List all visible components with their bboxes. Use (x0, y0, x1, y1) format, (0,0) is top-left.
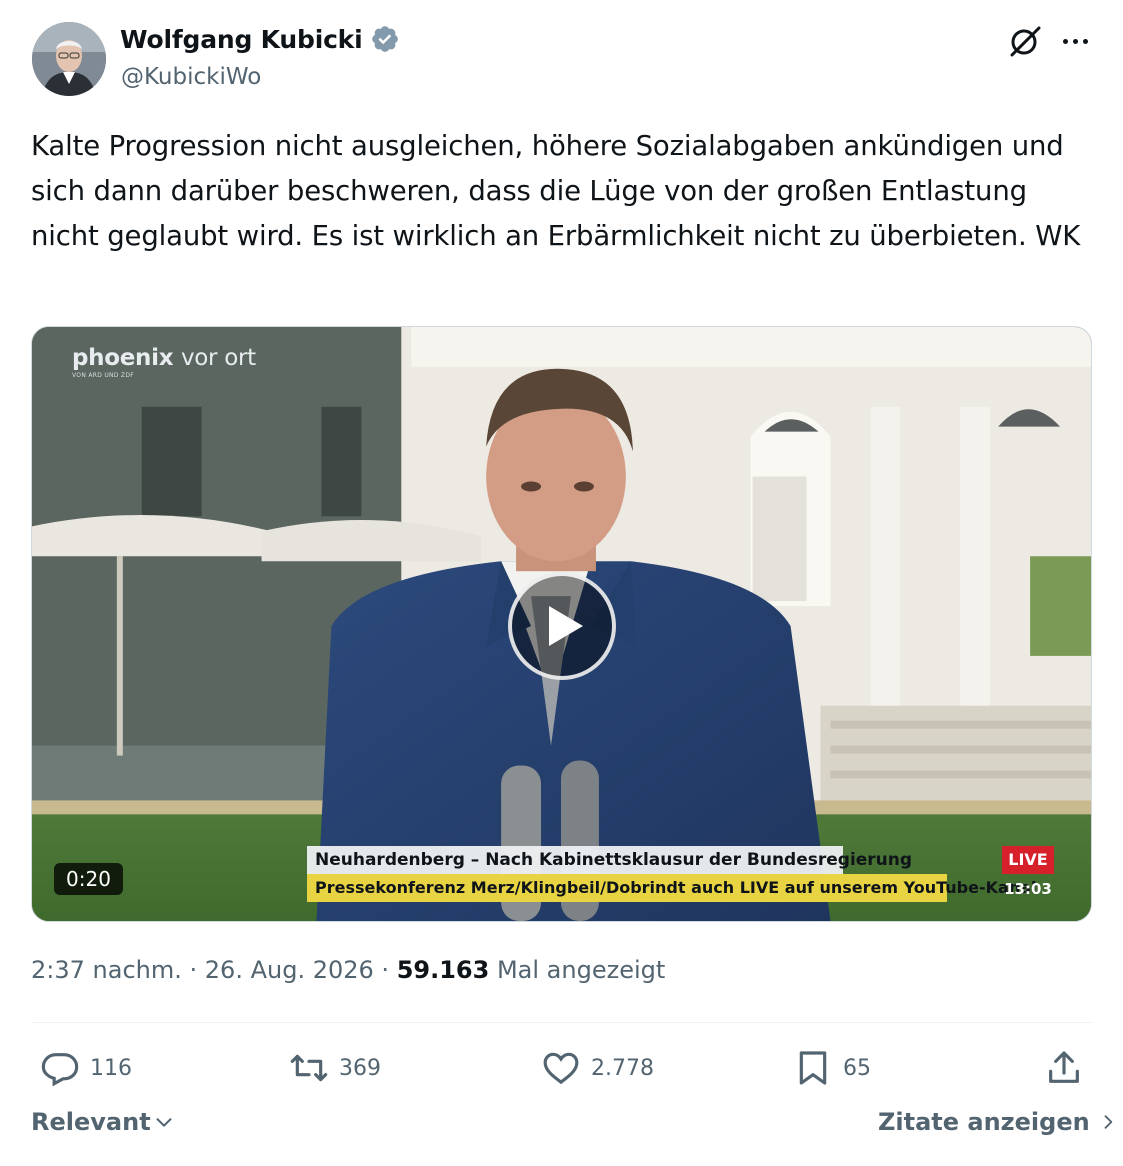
broadcast-clock: 13:03 (1004, 880, 1052, 898)
chevron-down-icon (156, 1118, 172, 1127)
heart-icon (543, 1052, 579, 1085)
more-options-icon[interactable] (1058, 28, 1092, 54)
channel-logo: phoenix vor ort VON ARD UND ZDF (72, 345, 256, 379)
channel-subline: VON ARD UND ZDF (72, 372, 135, 379)
meta-separator: · (381, 956, 390, 984)
share-button[interactable] (1044, 1040, 1084, 1096)
repost-button[interactable]: 369 (289, 1040, 381, 1096)
chevron-right-icon (1104, 1115, 1112, 1129)
play-button[interactable] (508, 572, 616, 680)
like-button[interactable]: 2.778 (541, 1040, 654, 1096)
author-avatar[interactable] (32, 22, 106, 96)
channel-logo-suffix: vor ort (180, 345, 256, 371)
bookmark-button[interactable]: 65 (793, 1040, 871, 1096)
view-count: 59.163 (396, 956, 490, 984)
like-count: 2.778 (591, 1055, 654, 1081)
tweet-date[interactable]: 26. Aug. 2026 (205, 956, 374, 984)
play-icon (549, 606, 583, 646)
tweet-text: Kalte Progression nicht ausgleichen, höh… (31, 130, 1081, 252)
divider (31, 1022, 1093, 1023)
video-player[interactable]: phoenix vor ort VON ARD UND ZDF Neuharde… (31, 326, 1092, 922)
live-badge: LIVE (1002, 846, 1054, 874)
author-name-row: Wolfgang Kubicki (120, 24, 400, 54)
tweet-time[interactable]: 2:37 nachm. (31, 956, 182, 984)
quotes-label: Zitate anzeigen (878, 1108, 1090, 1136)
reply-count: 116 (90, 1055, 132, 1081)
view-quotes-link[interactable]: Zitate anzeigen (878, 1108, 1118, 1136)
share-icon (1049, 1051, 1079, 1083)
lower-third-title: Neuhardenberg – Nach Kabinettsklausur de… (307, 846, 912, 874)
video-duration: 0:20 (54, 863, 123, 895)
sort-label: Relevant (31, 1108, 151, 1136)
meta-separator: · (189, 956, 198, 984)
channel-logo-text: phoenix (72, 345, 174, 371)
action-bar: 116 369 2.778 65 (0, 1040, 1123, 1100)
author-name[interactable]: Wolfgang Kubicki (120, 25, 363, 54)
reply-icon (41, 1053, 79, 1087)
verified-badge-icon[interactable] (370, 24, 400, 54)
lower-third-ticker: Pressekonferenz Merz/Klingbeil/Dobrindt … (307, 874, 1036, 902)
repost-icon (290, 1054, 328, 1082)
author-handle[interactable]: @KubickiWo (121, 64, 261, 90)
sort-replies-dropdown[interactable]: Relevant (31, 1108, 175, 1136)
bookmark-count: 65 (843, 1055, 871, 1081)
grok-icon[interactable] (1006, 22, 1044, 60)
bookmark-icon (799, 1051, 827, 1085)
tweet-meta: 2:37 nachm. · 26. Aug. 2026 · 59.163 Mal… (31, 956, 665, 984)
reply-button[interactable]: 116 (40, 1040, 132, 1096)
view-count-label: Mal angezeigt (496, 956, 666, 984)
repost-count: 369 (339, 1055, 381, 1081)
